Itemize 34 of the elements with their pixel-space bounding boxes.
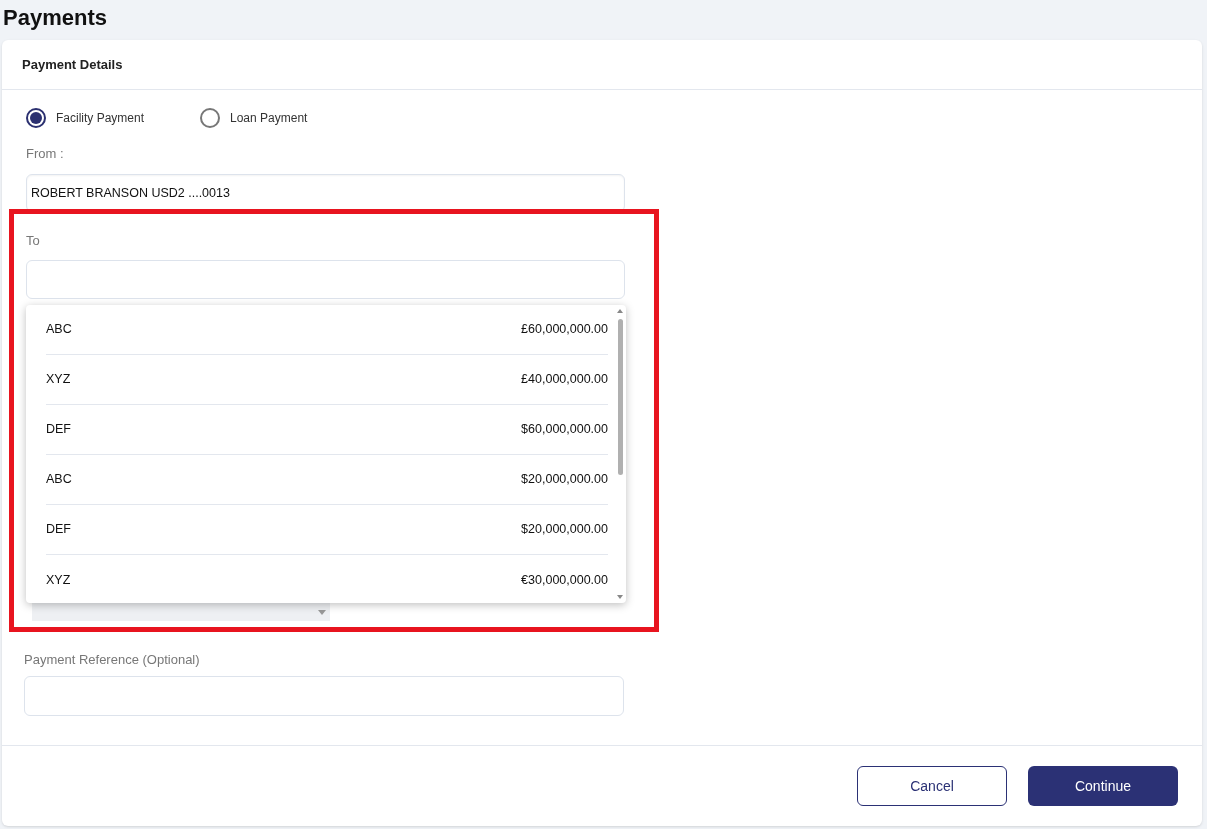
option-amount: £60,000,000.00 bbox=[521, 321, 608, 339]
field-label: Payment Reference (Optional) bbox=[24, 652, 201, 668]
radio-option[interactable]: Loan Payment bbox=[200, 108, 320, 128]
input-field[interactable] bbox=[26, 260, 625, 299]
dropdown-option[interactable]: XYZ €30,000,000.00 bbox=[46, 555, 608, 603]
radio-button[interactable] bbox=[200, 108, 220, 128]
scroll-up-icon[interactable] bbox=[617, 309, 623, 313]
option-amount: $20,000,000.00 bbox=[521, 521, 608, 539]
dropdown-option[interactable]: XYZ £40,000,000.00 bbox=[46, 355, 608, 405]
option-name: XYZ bbox=[46, 371, 71, 389]
radio-option[interactable]: Facility Payment bbox=[26, 108, 146, 128]
option-amount: $60,000,000.00 bbox=[521, 421, 608, 439]
option-amount: $20,000,000.00 bbox=[521, 471, 608, 489]
dropdown-option[interactable]: DEF $20,000,000.00 bbox=[46, 505, 608, 555]
option-name: ABC bbox=[46, 321, 72, 339]
page-title: Payments bbox=[3, 4, 107, 32]
field-label: From : bbox=[26, 146, 65, 162]
scroll-down-icon[interactable] bbox=[617, 595, 623, 599]
dropdown-option[interactable]: ABC $20,000,000.00 bbox=[46, 455, 608, 505]
radio-button[interactable] bbox=[26, 108, 46, 128]
input-field[interactable] bbox=[24, 676, 624, 716]
continue-button[interactable]: Continue bbox=[1028, 766, 1178, 806]
option-name: DEF bbox=[46, 421, 71, 439]
option-name: DEF bbox=[46, 521, 71, 539]
card-title: Payment Details bbox=[22, 55, 123, 74]
dropdown-option[interactable]: DEF $60,000,000.00 bbox=[46, 405, 608, 455]
option-name: XYZ bbox=[46, 571, 71, 589]
caret-icon bbox=[318, 610, 326, 615]
option-amount: £40,000,000.00 bbox=[521, 371, 608, 389]
option-amount: €30,000,000.00 bbox=[521, 571, 608, 589]
dropdown-option[interactable]: ABC £60,000,000.00 bbox=[46, 305, 608, 355]
cancel-button[interactable]: Cancel bbox=[857, 766, 1007, 806]
option-name: ABC bbox=[46, 471, 72, 489]
field-label: To bbox=[26, 233, 41, 249]
